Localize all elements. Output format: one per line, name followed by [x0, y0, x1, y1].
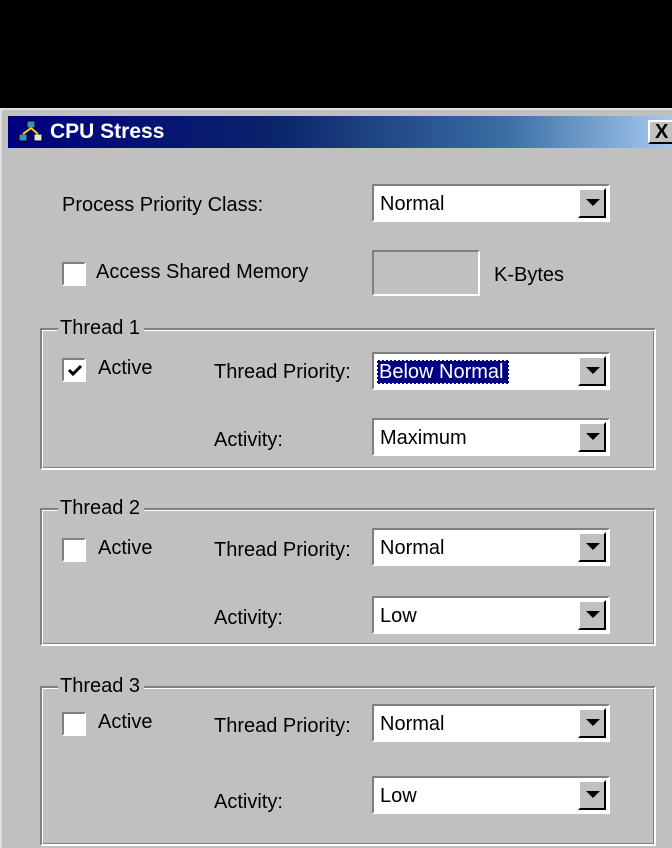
thread-3-active-checkbox[interactable]	[62, 712, 86, 736]
thread-1-activity-select[interactable]: Maximum	[372, 418, 610, 456]
thread-2-priority-value: Normal	[380, 537, 445, 559]
chevron-down-icon[interactable]	[578, 356, 606, 386]
thread-1-priority-select[interactable]: Below Normal	[372, 352, 610, 390]
thread-1-active-checkbox[interactable]	[62, 358, 86, 382]
process-priority-value: Normal	[380, 193, 445, 215]
thread-1-priority-label: Thread Priority:	[214, 361, 351, 383]
process-priority-select[interactable]: Normal	[372, 184, 610, 222]
thread-3-activity-label: Activity:	[214, 791, 283, 813]
window-title: CPU Stress	[50, 120, 165, 143]
thread-2-priority-label: Thread Priority:	[214, 539, 351, 561]
thread-1-title: Thread 1	[58, 316, 145, 340]
thread-3-active-label: Active	[98, 711, 153, 733]
shared-memory-checkbox[interactable]	[62, 262, 86, 286]
thread-2-activity-value: Low	[380, 605, 417, 627]
thread-3-priority-select[interactable]: Normal	[372, 704, 610, 742]
thread-3-activity-select[interactable]: Low	[372, 776, 610, 814]
chevron-down-icon[interactable]	[578, 780, 606, 810]
thread-1-activity-label: Activity:	[214, 429, 283, 451]
thread-1-activity-value: Maximum	[380, 427, 467, 449]
thread-2-activity-label: Activity:	[214, 607, 283, 629]
close-button[interactable]: X	[648, 120, 672, 144]
thread-3-priority-value: Normal	[380, 713, 445, 735]
shared-memory-label: Access Shared Memory	[96, 261, 309, 283]
chevron-down-icon[interactable]	[578, 422, 606, 452]
kbytes-label: K-Bytes	[494, 264, 565, 286]
thread-3-activity-value: Low	[380, 785, 417, 807]
thread-1-active-label: Active	[98, 357, 153, 379]
thread-3-priority-label: Thread Priority:	[214, 715, 351, 737]
thread-1-priority-value: Below Normal	[375, 359, 511, 385]
chevron-down-icon[interactable]	[578, 600, 606, 630]
cpu-stress-icon	[18, 120, 44, 144]
chevron-down-icon[interactable]	[578, 188, 606, 218]
shared-memory-size-input[interactable]	[372, 250, 480, 296]
title-bar[interactable]: CPU Stress X	[8, 116, 672, 148]
thread-2-priority-select[interactable]: Normal	[372, 528, 610, 566]
thread-3-title: Thread 3	[58, 674, 145, 698]
checkmark-icon	[67, 364, 83, 377]
thread-2-activity-select[interactable]: Low	[372, 596, 610, 634]
thread-2-active-label: Active	[98, 537, 153, 559]
desktop-background	[0, 0, 672, 108]
chevron-down-icon[interactable]	[578, 532, 606, 562]
thread-2-title: Thread 2	[58, 496, 145, 520]
process-priority-label: Process Priority Class:	[62, 194, 264, 216]
chevron-down-icon[interactable]	[578, 708, 606, 738]
thread-2-active-checkbox[interactable]	[62, 538, 86, 562]
